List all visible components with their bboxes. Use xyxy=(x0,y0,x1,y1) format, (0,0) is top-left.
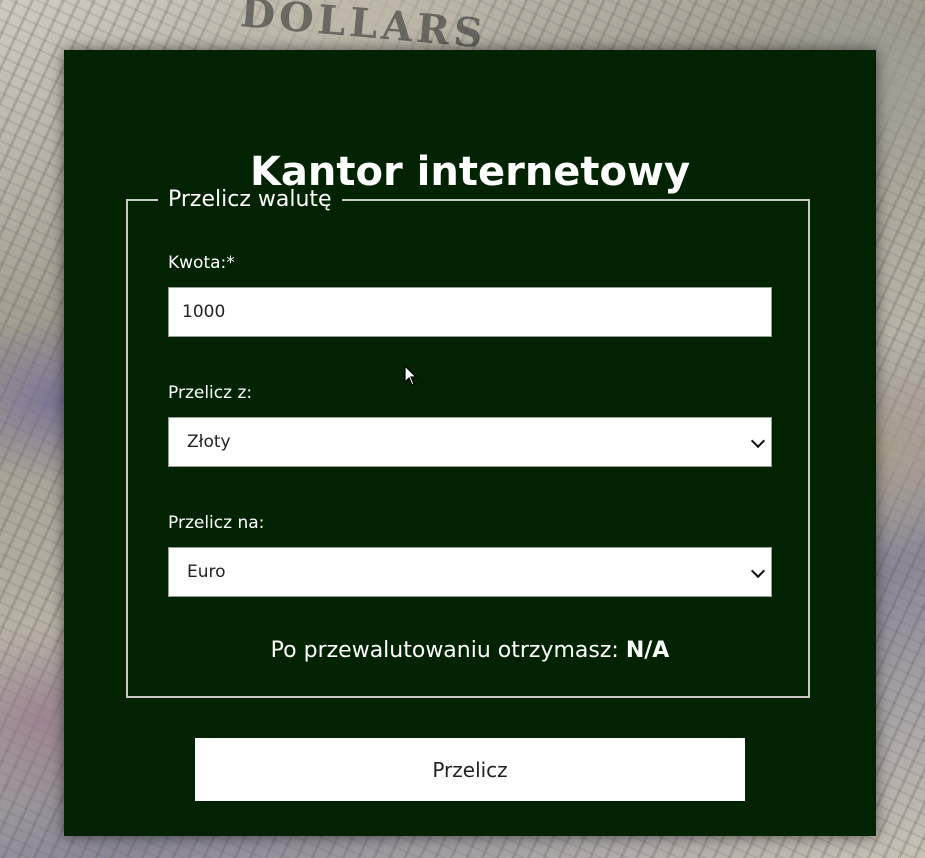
mouse-cursor-icon xyxy=(404,365,418,386)
to-currency-select[interactable]: Euro xyxy=(168,547,772,597)
conversion-result: Po przewalutowaniu otrzymasz: N/A xyxy=(64,638,876,664)
from-currency-label: Przelicz z: xyxy=(168,383,253,403)
from-currency-value: Złoty xyxy=(187,432,231,452)
amount-value: 1000 xyxy=(182,302,226,322)
page-title: Kantor internetowy xyxy=(249,149,691,195)
amount-input[interactable]: 1000 xyxy=(168,287,772,337)
chevron-down-icon xyxy=(750,433,766,449)
to-currency-value: Euro xyxy=(187,562,226,582)
chevron-down-icon xyxy=(750,563,766,579)
converter-panel: Kantor internetowy Przelicz walutę Kwota… xyxy=(64,50,876,836)
result-value: N/A xyxy=(625,638,670,663)
amount-label: Kwota:* xyxy=(168,253,235,273)
from-currency-select[interactable]: Złoty xyxy=(168,417,772,467)
convert-button[interactable]: Przelicz xyxy=(195,738,745,801)
converter-legend: Przelicz walutę xyxy=(168,187,332,212)
to-currency-label: Przelicz na: xyxy=(168,513,265,533)
result-prefix: Po przewalutowaniu otrzymasz: xyxy=(270,638,619,663)
